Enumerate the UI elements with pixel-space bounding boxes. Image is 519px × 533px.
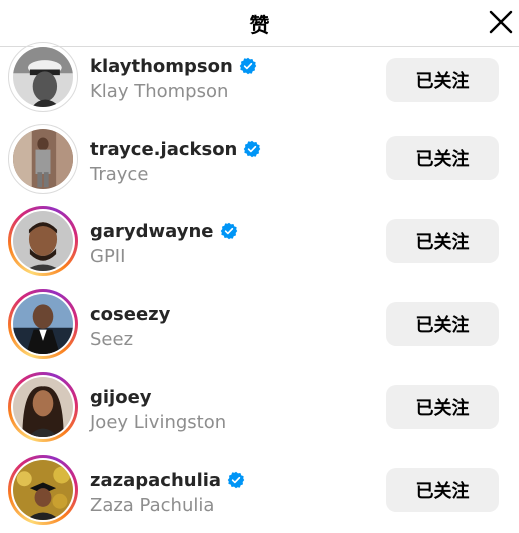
list-item[interactable]: zazapachulia Zaza Pachulia 已关注 (0, 450, 519, 533)
user-names: gijoey Joey Livingston (90, 385, 227, 434)
verified-badge-icon (227, 471, 245, 489)
username[interactable]: garydwayne (90, 221, 214, 242)
following-button[interactable]: 已关注 (386, 468, 499, 512)
full-name: Zaza Pachulia (90, 495, 215, 516)
avatar[interactable] (8, 124, 78, 194)
list-item[interactable]: klaythompson Klay Thompson 已关注 (0, 35, 519, 118)
full-name: Trayce (90, 164, 149, 185)
verified-badge-icon (220, 222, 237, 240)
username[interactable]: gijoey (90, 387, 152, 408)
list-item[interactable]: coseezy Seez 已关注 (0, 284, 519, 367)
user-names: coseezy Seez (90, 302, 170, 351)
full-name: GPII (90, 246, 126, 267)
following-button[interactable]: 已关注 (386, 219, 499, 263)
username[interactable]: zazapachulia (90, 470, 221, 491)
following-button[interactable]: 已关注 (386, 136, 499, 180)
avatar[interactable] (8, 206, 78, 276)
close-button[interactable] (486, 7, 516, 37)
verified-badge-icon (244, 140, 261, 158)
username[interactable]: klaythompson (90, 56, 233, 77)
avatar[interactable] (8, 372, 78, 442)
user-names: zazapachulia Zaza Pachulia (90, 468, 245, 516)
avatar[interactable] (8, 289, 78, 359)
full-name: Joey Livingston (90, 412, 227, 433)
following-button[interactable]: 已关注 (386, 385, 499, 429)
user-names: klaythompson Klay Thompson (90, 54, 257, 102)
username[interactable]: coseezy (90, 304, 170, 325)
page-title: 赞 (249, 12, 270, 37)
close-icon (489, 10, 513, 34)
avatar[interactable] (8, 455, 78, 525)
username[interactable]: trayce.jackson (90, 139, 237, 160)
following-button[interactable]: 已关注 (386, 58, 499, 102)
full-name: Seez (90, 329, 134, 350)
full-name: Klay Thompson (90, 81, 229, 102)
list-item[interactable]: gijoey Joey Livingston 已关注 (0, 367, 519, 450)
user-names: trayce.jackson Trayce (90, 137, 261, 185)
user-names: garydwayne GPII (90, 219, 238, 267)
following-button[interactable]: 已关注 (386, 302, 499, 346)
list-item[interactable]: garydwayne GPII 已关注 (0, 201, 519, 284)
avatar[interactable] (8, 42, 78, 112)
verified-badge-icon (239, 57, 257, 75)
list-item[interactable]: trayce.jackson Trayce 已关注 (0, 118, 519, 201)
